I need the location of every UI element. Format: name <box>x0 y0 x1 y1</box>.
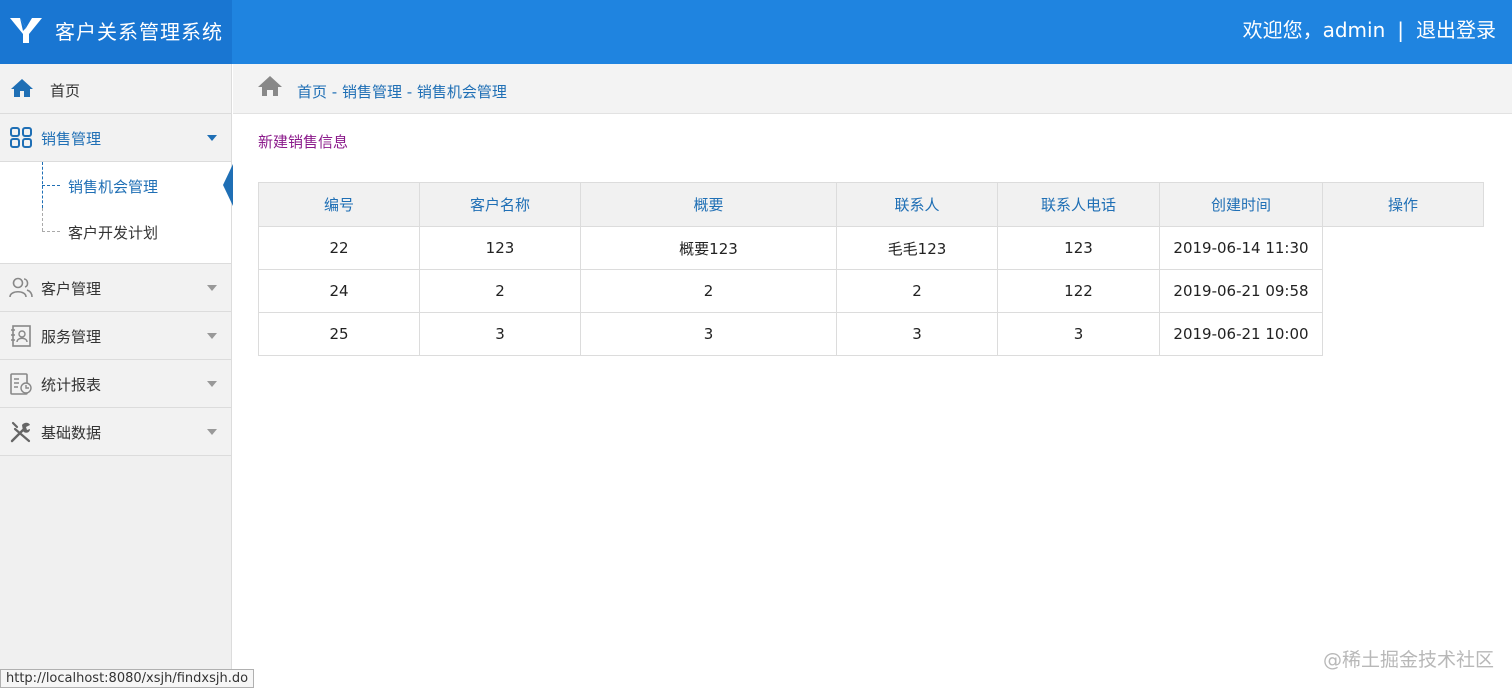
active-indicator <box>223 164 233 206</box>
cell-summary: 2 <box>580 269 837 313</box>
sidebar-subitem-opportunity[interactable]: 销售机会管理 <box>0 162 233 208</box>
sidebar-item-label: 客户管理 <box>41 280 102 298</box>
home-icon[interactable] <box>257 74 283 98</box>
col-header-phone[interactable]: 联系人电话 <box>997 182 1160 227</box>
cell-actions <box>1323 270 1484 313</box>
sidebar-item-stats[interactable]: 统计报表 <box>0 360 231 408</box>
chevron-down-icon <box>207 135 217 141</box>
col-header-contact[interactable]: 联系人 <box>836 182 998 227</box>
cell-created: 2019-06-21 10:00 <box>1159 312 1323 356</box>
new-sales-link[interactable]: 新建销售信息 <box>258 131 348 152</box>
sidebar-item-customer[interactable]: 客户管理 <box>0 264 231 312</box>
opportunity-table: 编号 客户名称 概要 联系人 联系人电话 创建时间 操作 22 123 概要12… <box>258 182 1484 356</box>
app-title: 客户关系管理系统 <box>55 20 223 44</box>
cell-contact: 3 <box>836 312 998 356</box>
cell-contact: 毛毛123 <box>836 226 998 270</box>
cell-created: 2019-06-21 09:58 <box>1159 269 1323 313</box>
cell-id: 24 <box>258 269 420 313</box>
col-header-customer[interactable]: 客户名称 <box>419 182 581 227</box>
table-row[interactable]: 24 2 2 2 122 2019-06-21 09:58 <box>258 269 1484 313</box>
welcome-text: 欢迎您，admin <box>1242 18 1386 42</box>
sidebar-item-label: 首页 <box>50 82 81 100</box>
breadcrumb[interactable]: 首页 - 销售管理 - 销售机会管理 <box>297 81 507 102</box>
sidebar-item-sales[interactable]: 销售管理 <box>0 114 231 162</box>
contact-book-icon <box>11 325 31 347</box>
cell-contact: 2 <box>836 269 998 313</box>
top-header: 客户关系管理系统 欢迎您，admin | 退出登录 <box>0 0 1512 64</box>
sales-submenu: 销售机会管理 客户开发计划 <box>0 162 233 264</box>
cell-id: 22 <box>258 226 420 270</box>
sidebar-item-home[interactable]: 首页 <box>0 64 231 114</box>
subitem-label: 销售机会管理 <box>68 178 159 196</box>
table-header-row: 编号 客户名称 概要 联系人 联系人电话 创建时间 操作 <box>258 182 1484 227</box>
cell-summary: 概要123 <box>580 226 837 270</box>
sidebar-item-label: 销售管理 <box>41 130 102 148</box>
sidebar-item-label: 统计报表 <box>41 376 102 394</box>
cell-actions <box>1323 313 1484 356</box>
chevron-down-icon <box>207 333 217 339</box>
sidebar-item-label: 服务管理 <box>41 328 102 346</box>
cell-actions <box>1323 227 1484 270</box>
table-row[interactable]: 25 3 3 3 3 2019-06-21 10:00 <box>258 312 1484 356</box>
cell-phone: 3 <box>997 312 1160 356</box>
cell-id: 25 <box>258 312 420 356</box>
logo-icon <box>10 18 42 43</box>
col-header-created[interactable]: 创建时间 <box>1159 182 1323 227</box>
cell-created: 2019-06-14 11:30 <box>1159 226 1323 270</box>
col-header-summary[interactable]: 概要 <box>580 182 837 227</box>
subitem-label: 客户开发计划 <box>68 224 159 242</box>
header-separator: | <box>1397 18 1404 42</box>
cell-customer: 123 <box>419 226 581 270</box>
watermark: @稀土掘金技术社区 <box>1322 649 1494 671</box>
cell-phone: 122 <box>997 269 1160 313</box>
table-row[interactable]: 22 123 概要123 毛毛123 123 2019-06-14 11:30 <box>258 226 1484 270</box>
status-url: http://localhost:8080/xsjh/findxsjh.do <box>0 669 255 688</box>
grid-icon <box>10 127 32 148</box>
cell-customer: 2 <box>419 269 581 313</box>
cell-phone: 123 <box>997 226 1160 270</box>
chevron-down-icon <box>207 429 217 435</box>
sidebar: 首页 销售管理 销售机会管理 客户开发计划 客户管理 服务管理 统计报表 基础数… <box>0 64 233 688</box>
users-icon <box>9 277 33 298</box>
tools-icon <box>10 421 31 443</box>
logout-link[interactable]: 退出登录 <box>1416 18 1496 42</box>
cell-summary: 3 <box>580 312 837 356</box>
home-icon <box>11 79 33 97</box>
chevron-down-icon <box>207 381 217 387</box>
tree-branch <box>42 185 60 186</box>
header-user-area: 欢迎您，admin | 退出登录 <box>1243 14 1496 43</box>
breadcrumb-bar: 首页 - 销售管理 - 销售机会管理 <box>233 64 1512 114</box>
chevron-down-icon <box>207 285 217 291</box>
sidebar-item-label: 基础数据 <box>41 424 102 442</box>
sidebar-subitem-dev-plan[interactable]: 客户开发计划 <box>0 208 232 254</box>
cell-customer: 3 <box>419 312 581 356</box>
col-header-id[interactable]: 编号 <box>258 182 420 227</box>
tree-branch <box>42 231 60 232</box>
sidebar-item-service[interactable]: 服务管理 <box>0 312 231 360</box>
col-header-actions[interactable]: 操作 <box>1322 182 1484 227</box>
tree-line <box>42 208 43 231</box>
sidebar-item-basic[interactable]: 基础数据 <box>0 408 231 456</box>
logo-area: 客户关系管理系统 <box>0 0 232 64</box>
report-icon <box>10 373 32 395</box>
